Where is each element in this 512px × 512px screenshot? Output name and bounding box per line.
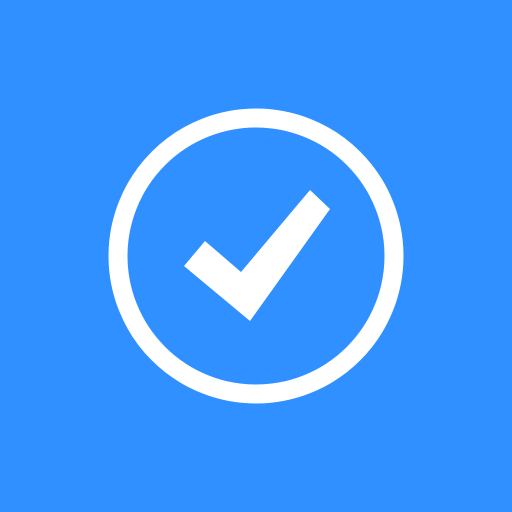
app-icon-tile (0, 0, 512, 512)
check-circle-icon (108, 108, 404, 404)
checkmark (184, 190, 330, 321)
